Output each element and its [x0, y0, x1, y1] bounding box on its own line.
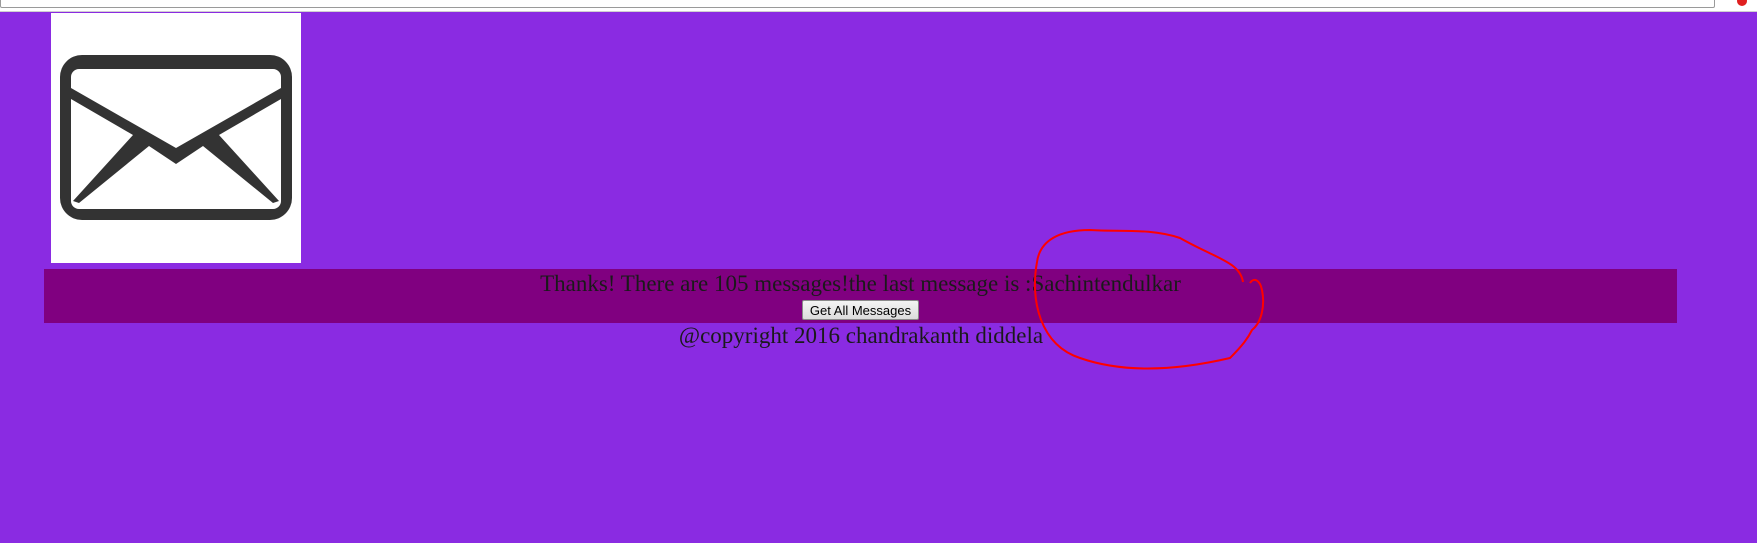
browser-menu-icon[interactable] [1737, 0, 1747, 6]
browser-address-bar [0, 0, 1757, 12]
footer-copyright: @copyright 2016 chandrakanth diddela [678, 323, 1044, 348]
message-count-text: Thanks! There are 105 messages!the last … [540, 271, 1181, 296]
envelope-logo [51, 13, 301, 263]
url-field[interactable] [0, 0, 1715, 8]
message-banner: Thanks! There are 105 messages!the last … [44, 269, 1677, 323]
get-all-messages-button[interactable]: Get All Messages [801, 300, 920, 320]
envelope-icon [60, 55, 292, 220]
